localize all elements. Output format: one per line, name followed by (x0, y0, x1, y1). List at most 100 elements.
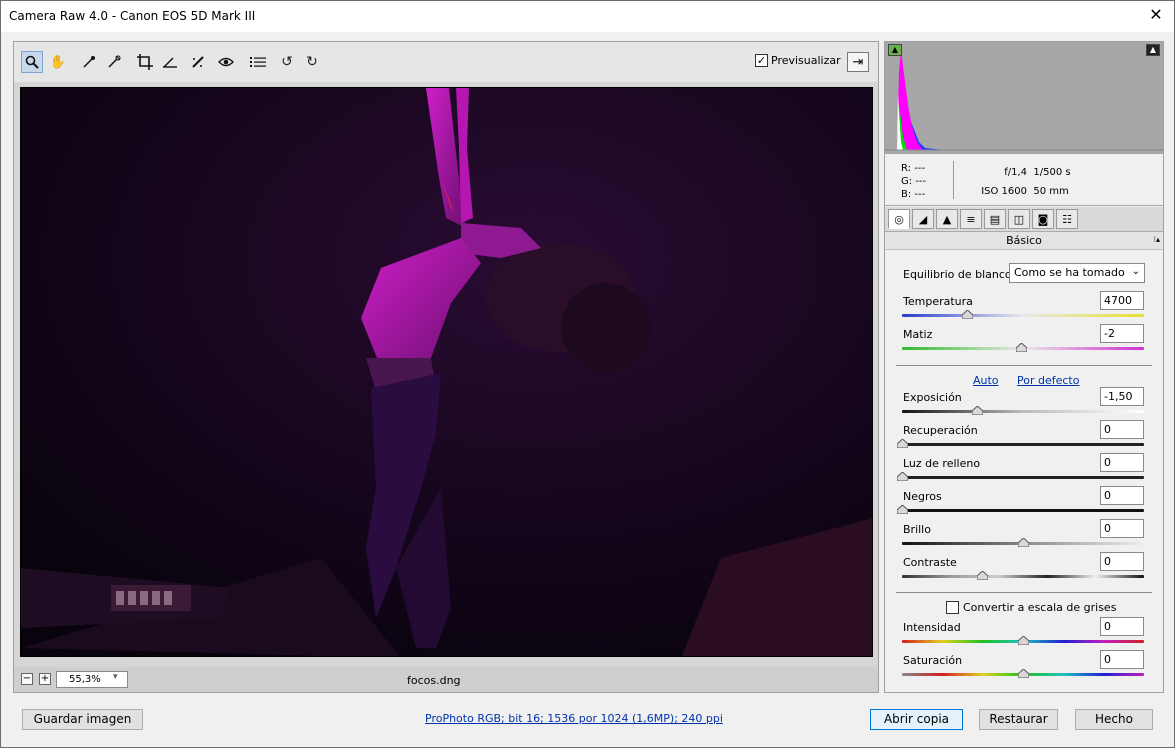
hsl-icon: ≡ (966, 212, 976, 226)
shadow-clipping-button[interactable]: ▲ (888, 44, 902, 56)
zoom-value: 55,3% (69, 674, 101, 685)
iso: ISO 1600 (981, 186, 1027, 197)
image-preview[interactable] (20, 87, 873, 657)
rotate-right-tool[interactable]: ↻ (301, 51, 323, 73)
auto-link[interactable]: Auto (973, 374, 999, 387)
slider-value-input[interactable]: 0 (1100, 617, 1144, 636)
tab-lens[interactable]: ◫ (1008, 209, 1030, 229)
presets-icon: ☷ (1062, 212, 1072, 226)
slider-thumb[interactable] (976, 571, 988, 580)
preferences-tool[interactable] (247, 51, 269, 73)
rotate-left-icon: ↺ (281, 54, 293, 70)
tab-detail[interactable]: ▲ (936, 209, 958, 229)
rotate-right-icon: ↻ (306, 54, 318, 70)
tab-presets[interactable]: ☷ (1056, 209, 1078, 229)
red-eye-icon (218, 57, 234, 67)
slider-label: Contraste (903, 556, 957, 569)
focal-length: 50 mm (1033, 186, 1069, 197)
grayscale-checkbox[interactable] (946, 601, 959, 614)
slider-track[interactable] (902, 476, 1144, 479)
g-value: G: --- (901, 176, 927, 187)
divider (896, 365, 1152, 366)
window-title: Camera Raw 4.0 - Canon EOS 5D Mark III (9, 9, 256, 23)
slider-thumb[interactable] (972, 406, 984, 415)
preview-checkbox[interactable]: ✓ (755, 54, 768, 67)
white-balance-select[interactable]: Como se ha tomado ⌄ (1009, 263, 1145, 283)
slider-thumb[interactable] (1018, 669, 1029, 678)
highlight-clipping-button[interactable]: ▲ (1146, 44, 1160, 56)
close-button[interactable]: ✕ (1146, 7, 1166, 23)
detail-icon: ▲ (942, 212, 952, 226)
filename-label: focos.dng (407, 674, 461, 687)
open-copy-button[interactable]: Abrir copia (870, 709, 963, 730)
slider-track[interactable] (902, 443, 1144, 446)
zoom-icon (25, 55, 39, 69)
zoom-out-button[interactable]: − (21, 673, 33, 685)
zoom-tool[interactable] (21, 51, 43, 73)
chevron-down-icon[interactable]: ▾ (113, 672, 118, 682)
fullscreen-button[interactable]: ⇥ (847, 52, 869, 72)
preferences-icon (250, 57, 266, 67)
slider-thumb[interactable] (1018, 538, 1029, 547)
slider-value-input[interactable]: 0 (1100, 552, 1144, 571)
slider-thumb[interactable] (897, 505, 908, 514)
slider-label: Temperatura (903, 295, 973, 308)
slider-track[interactable] (902, 410, 1144, 413)
camera-info: f/1,4 1/500 s ISO 1600 50 mm (975, 163, 1070, 201)
slider-thumb[interactable] (1018, 636, 1029, 645)
slider-value-input[interactable]: 4700 (1100, 291, 1144, 310)
reset-button[interactable]: Restaurar (979, 709, 1058, 730)
crop-icon (137, 54, 153, 70)
default-link[interactable]: Por defecto (1017, 374, 1079, 387)
split-toning-icon: ▤ (989, 212, 1001, 226)
tab-tone-curve[interactable]: ◢ (912, 209, 934, 229)
hand-tool[interactable]: ✋ (47, 51, 69, 73)
done-button[interactable]: Hecho (1075, 709, 1153, 730)
status-bar: − + 55,3% ▾ focos.dng (14, 667, 878, 692)
basic-tab-icon: ◎ (894, 212, 904, 226)
crop-tool[interactable] (134, 51, 156, 73)
tab-hsl[interactable]: ≡ (960, 209, 982, 229)
slider-track[interactable] (902, 314, 1144, 317)
preview-area: ✋ ↺ ↻ ✓ Previsualizar ⇥ − + 55,3% ▾ foco… (13, 41, 879, 693)
tone-curve-icon: ◢ (918, 212, 928, 226)
save-image-button[interactable]: Guardar imagen (22, 709, 143, 730)
preview-toggle[interactable]: ✓ Previsualizar (755, 54, 841, 67)
r-value: R: --- (901, 163, 926, 174)
shadow-clip-icon: ▲ (891, 45, 899, 54)
slider-thumb[interactable] (1015, 343, 1027, 352)
white-balance-tool[interactable] (78, 51, 100, 73)
slider-track[interactable] (902, 509, 1144, 512)
zoom-in-button[interactable]: + (39, 673, 51, 685)
panel-menu-icon[interactable]: ⁝▴ (1153, 235, 1160, 244)
workflow-options-link[interactable]: ProPhoto RGB; bit 16; 1536 por 1024 (1,6… (425, 712, 723, 725)
slider-thumb[interactable] (897, 439, 908, 448)
rotate-left-tool[interactable]: ↺ (276, 51, 298, 73)
divider (896, 592, 1152, 593)
color-sampler-tool[interactable] (103, 51, 125, 73)
slider-label: Exposición (903, 391, 962, 404)
tab-split-toning[interactable]: ▤ (984, 209, 1006, 229)
slider-value-input[interactable]: 0 (1100, 519, 1144, 538)
straighten-icon (163, 57, 177, 68)
slider-value-input[interactable]: 0 (1100, 420, 1144, 439)
hand-icon: ✋ (49, 54, 67, 70)
slider-label: Saturación (903, 654, 963, 667)
slider-value-input[interactable]: -1,50 (1100, 387, 1144, 406)
slider-thumb[interactable] (962, 310, 974, 319)
slider-thumb[interactable] (897, 472, 908, 481)
grayscale-toggle[interactable]: Convertir a escala de grises (946, 601, 1116, 614)
slider-value-input[interactable]: 0 (1100, 486, 1144, 505)
slider-value-input[interactable]: 0 (1100, 453, 1144, 472)
slider-value-input[interactable]: -2 (1100, 324, 1144, 343)
info-readout: R: --- G: --- B: --- f/1,4 1/500 s ISO 1… (885, 154, 1163, 206)
photo-preview (21, 88, 872, 656)
slider-track[interactable] (902, 575, 1144, 578)
retouch-tool[interactable] (187, 51, 209, 73)
straighten-tool[interactable] (159, 51, 181, 73)
tab-camera-calibration[interactable]: ◙ (1032, 209, 1054, 229)
red-eye-tool[interactable] (215, 51, 237, 73)
grayscale-label: Convertir a escala de grises (963, 601, 1117, 614)
slider-value-input[interactable]: 0 (1100, 650, 1144, 669)
tab-basic[interactable]: ◎ (888, 209, 910, 229)
